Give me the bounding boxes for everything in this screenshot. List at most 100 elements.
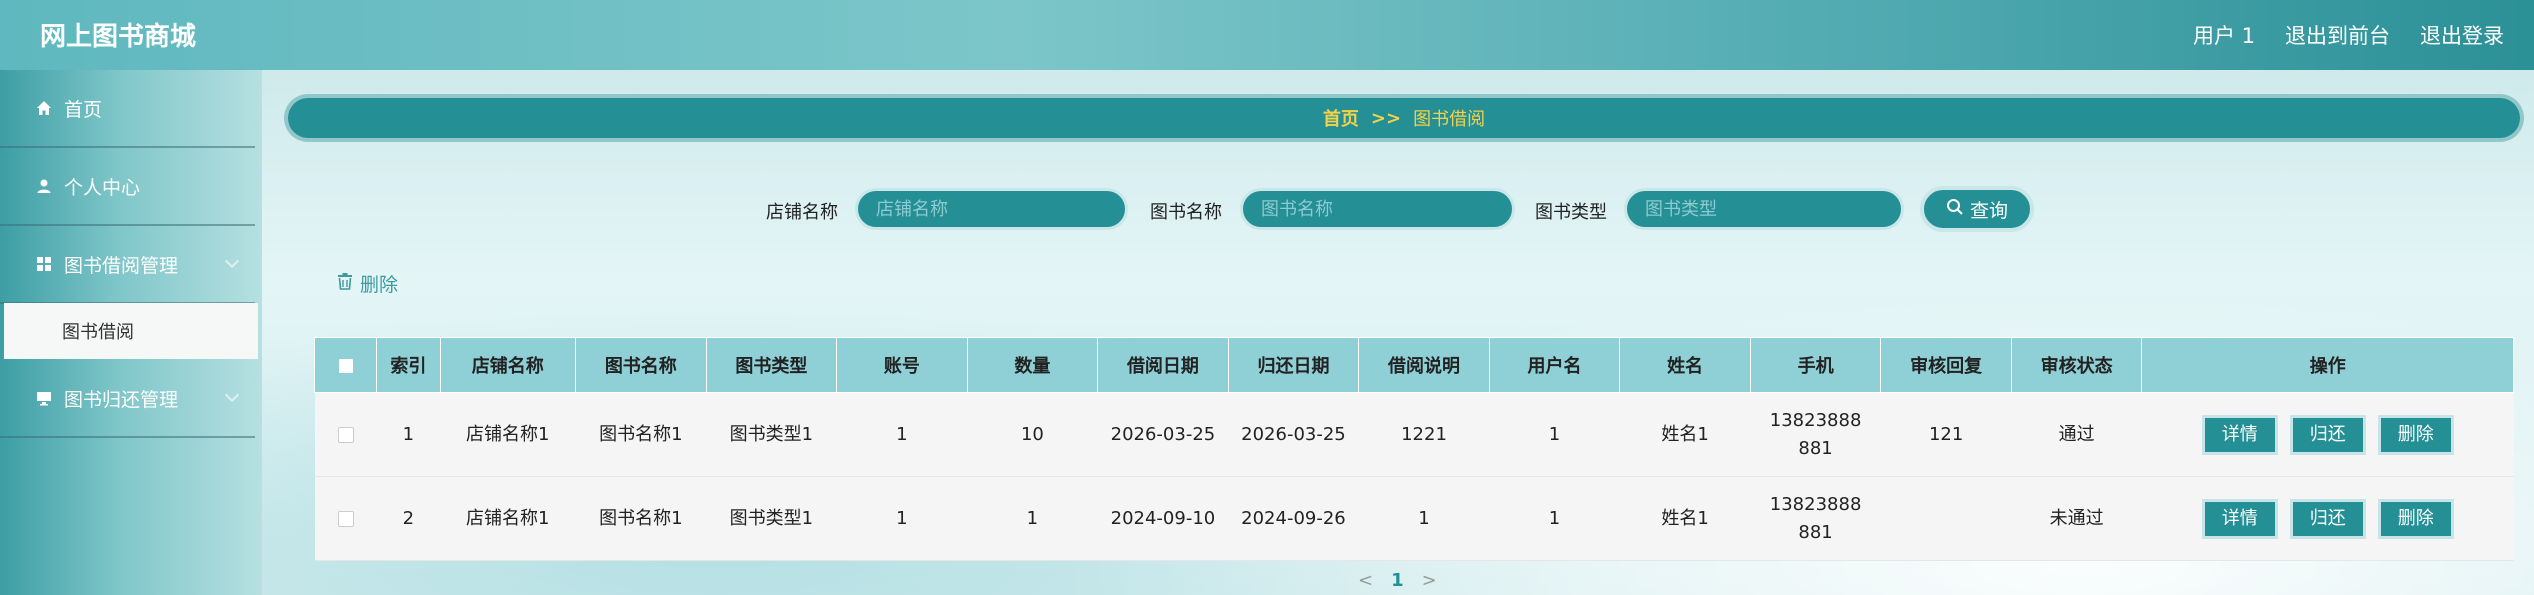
search-bar: 店铺名称 图书名称 图书类型 查询 (262, 186, 2534, 232)
column-header: 数量 (966, 337, 1099, 393)
table-header-row: 索引 店铺名称 图书名称 图书类型 账号 数量 借阅日期 归还日期 借阅说明 用… (313, 337, 2514, 393)
table-row: 1 店铺名称1 图书名称1 图书类型1 1 10 2026-03-25 2026… (314, 392, 2514, 477)
sidebar-item-label: 图书归还管理 (64, 388, 179, 411)
table-cell: 2024-09-26 (1228, 476, 1359, 561)
book-name-input[interactable] (1240, 188, 1515, 230)
return-button[interactable]: 归还 (2289, 498, 2366, 539)
table-cell: 2026-03-25 (1097, 392, 1229, 477)
table-cell: 2024-09-10 (1097, 476, 1229, 561)
column-header: 审核回复 (1880, 337, 2012, 393)
table-cell: 13823888881 (1750, 392, 1881, 477)
table-cell: 姓名1 (1619, 392, 1751, 477)
table-cell: 121 (1880, 392, 2012, 477)
table-cell: 2 (376, 476, 440, 561)
delete-button[interactable]: 删除 (2377, 498, 2454, 539)
monitor-icon (34, 388, 54, 408)
trash-icon (336, 272, 354, 295)
prev-page-button[interactable]: < (1358, 570, 1373, 591)
table-cell: 通过 (2011, 392, 2142, 477)
table-cell: 13823888881 (1750, 476, 1881, 561)
borrow-table: 索引 店铺名称 图书名称 图书类型 账号 数量 借阅日期 归还日期 借阅说明 用… (313, 337, 2514, 561)
sidebar-item-borrow-management[interactable]: 图书借阅管理 (0, 226, 255, 304)
main-content: 首页 >> 图书借阅 店铺名称 图书名称 图书类型 查询 删除 (262, 70, 2534, 595)
column-header: 姓名 (1619, 337, 1751, 393)
home-icon (34, 98, 54, 118)
sidebar-item-label: 图书借阅管理 (64, 254, 179, 277)
detail-button[interactable]: 详情 (2201, 414, 2278, 455)
select-all-checkbox[interactable] (337, 357, 354, 374)
sidebar: 首页 个人中心 图书借阅管理 图书借阅 图书归还管理 (0, 70, 262, 595)
sidebar-item-label: 首页 (64, 98, 103, 121)
table-cell: 店铺名称1 (440, 392, 576, 477)
row-select-cell[interactable] (314, 476, 377, 561)
search-icon (1946, 198, 1964, 221)
actions-cell: 详情 归还 删除 (2141, 392, 2514, 477)
column-header: 归还日期 (1227, 337, 1360, 393)
chevron-down-icon (224, 253, 240, 269)
user-icon (34, 176, 54, 196)
column-header: 账号 (836, 337, 968, 393)
logout-link[interactable]: 退出登录 (2420, 20, 2504, 50)
current-user-link[interactable]: 用户 1 (2193, 20, 2255, 50)
next-page-button[interactable]: > (1422, 570, 1437, 591)
column-header: 手机 (1749, 337, 1882, 393)
brand-title: 网上图书商城 (40, 22, 197, 52)
book-type-input[interactable] (1624, 188, 1904, 230)
pagination: < 1 > (1358, 570, 1437, 591)
sidebar-subitem-label: 图书借阅 (62, 322, 134, 343)
top-nav: 用户 1 退出到前台 退出登录 (2193, 20, 2504, 50)
search-button-label: 查询 (1969, 199, 2008, 222)
table-cell: 1 (1489, 476, 1620, 561)
return-button[interactable]: 归还 (2289, 414, 2366, 455)
column-header: 借阅说明 (1358, 337, 1490, 393)
sidebar-item-return-management[interactable]: 图书归还管理 (0, 360, 255, 438)
back-to-frontend-link[interactable]: 退出到前台 (2285, 20, 2390, 50)
row-checkbox[interactable] (337, 510, 354, 527)
shop-name-input[interactable] (855, 188, 1128, 230)
table-cell: 图书名称1 (575, 476, 707, 561)
book-type-label: 图书类型 (1535, 202, 1607, 223)
delete-button[interactable]: 删除 (2377, 414, 2454, 455)
table-cell: 1221 (1358, 392, 1490, 477)
select-all-cell[interactable] (313, 337, 378, 393)
column-header: 图书类型 (705, 337, 838, 393)
batch-delete-button[interactable]: 删除 (336, 270, 398, 297)
table-cell: 1 (836, 392, 968, 477)
detail-button[interactable]: 详情 (2201, 498, 2278, 539)
table-row: 2 店铺名称1 图书名称1 图书类型1 1 1 2024-09-10 2024-… (314, 476, 2514, 561)
table-cell: 10 (967, 392, 1098, 477)
table-cell: 未通过 (2011, 476, 2142, 561)
table-cell (1880, 476, 2012, 561)
table-cell: 2026-03-25 (1228, 392, 1359, 477)
column-header: 操作 (2141, 337, 2514, 393)
search-button[interactable]: 查询 (1920, 186, 2034, 232)
column-header: 图书名称 (575, 337, 707, 393)
breadcrumb-home[interactable]: 首页 (1323, 105, 1359, 131)
table-cell: 1 (836, 476, 968, 561)
shop-name-label: 店铺名称 (766, 202, 838, 223)
breadcrumb-separator: >> (1370, 107, 1402, 129)
breadcrumb-current: 图书借阅 (1413, 109, 1486, 130)
column-header: 借阅日期 (1097, 337, 1229, 393)
sidebar-item-personal-center[interactable]: 个人中心 (0, 148, 255, 226)
sidebar-item-home[interactable]: 首页 (0, 70, 255, 148)
batch-delete-label: 删除 (360, 274, 399, 296)
grid-icon (34, 254, 54, 274)
row-checkbox[interactable] (337, 426, 354, 443)
breadcrumb: 首页 >> 图书借阅 (284, 94, 2524, 142)
top-bar: 网上图书商城 用户 1 退出到前台 退出登录 (0, 0, 2534, 70)
table-cell: 店铺名称1 (440, 476, 576, 561)
page-number[interactable]: 1 (1391, 570, 1404, 591)
table-cell: 图书类型1 (706, 476, 837, 561)
chevron-down-icon (224, 387, 240, 403)
row-select-cell[interactable] (314, 392, 377, 477)
column-header: 审核状态 (2010, 337, 2143, 393)
book-name-label: 图书名称 (1150, 202, 1222, 223)
table-cell: 图书类型1 (706, 392, 837, 477)
column-header: 店铺名称 (439, 337, 577, 393)
sidebar-item-label: 个人中心 (64, 176, 141, 199)
table-cell: 姓名1 (1619, 476, 1751, 561)
table-cell: 1 (1489, 392, 1620, 477)
sidebar-subitem-book-borrow[interactable]: 图书借阅 (4, 303, 258, 359)
column-header: 索引 (376, 337, 441, 393)
